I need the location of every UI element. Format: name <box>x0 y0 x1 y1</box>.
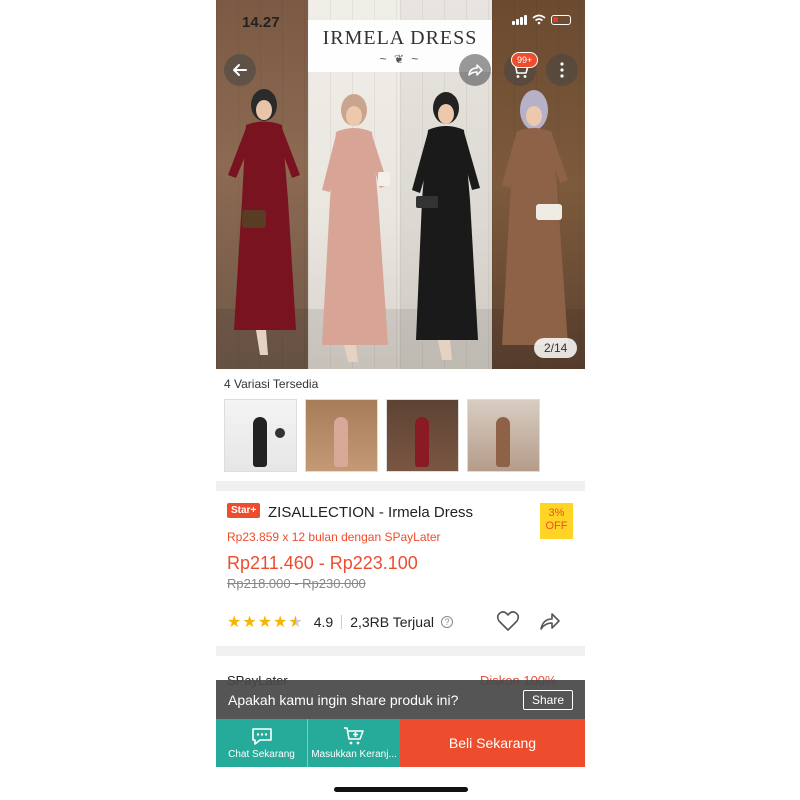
price-range: Rp211.460 - Rp223.100 <box>227 553 418 573</box>
share-prompt-button[interactable]: Share <box>523 690 573 710</box>
product-photo-maroon <box>216 0 308 369</box>
product-photo-brown <box>492 0 585 369</box>
chat-label: Chat Sekarang <box>228 749 295 760</box>
rating-divider <box>341 615 343 629</box>
share-arrow-icon <box>540 613 560 630</box>
chat-button[interactable]: Chat Sekarang <box>216 719 308 767</box>
bottom-action-bar: Chat Sekarang Masukkan Keranj... Beli Se… <box>216 719 585 767</box>
section-divider <box>216 481 585 491</box>
discount-badge: 3% OFF <box>540 503 573 539</box>
heart-icon <box>496 611 520 631</box>
image-pager: 2/14 <box>534 338 578 358</box>
status-time: 14.27 <box>242 14 280 31</box>
help-icon[interactable]: ? <box>440 616 453 628</box>
wifi-icon <box>532 14 546 25</box>
more-options-button[interactable] <box>546 54 578 86</box>
discount-suffix: OFF <box>545 520 568 532</box>
signal-icon <box>512 14 527 25</box>
variation-thumbnails <box>224 399 540 472</box>
sold-count: 2,3RB Terjual <box>350 614 434 630</box>
original-price-range: Rp218.000 - Rp230.000 <box>227 576 366 591</box>
share-product-button[interactable] <box>538 610 562 637</box>
rating-row: ★★★★★ 4.9 2,3RB Terjual ? <box>227 612 453 632</box>
product-title: ZISALLECTION - Irmela Dress <box>268 504 474 521</box>
hero-title: IRMELA DRESS <box>322 26 478 49</box>
buy-now-label: Beli Sekarang <box>448 735 537 751</box>
home-indicator <box>334 787 468 792</box>
more-vertical-icon <box>560 62 564 78</box>
cart-count-badge: 99+ <box>511 52 539 68</box>
product-image-carousel[interactable]: IRMELA DRESS ~ ❦ ~ 14.27 99+ 2/14 <box>216 0 585 369</box>
battery-icon <box>551 14 571 25</box>
favorite-button[interactable] <box>496 610 520 637</box>
buy-now-button[interactable]: Beli Sekarang <box>400 719 585 767</box>
add-cart-icon <box>344 727 364 745</box>
chat-icon <box>251 728 272 745</box>
variation-thumb-black[interactable] <box>224 399 297 472</box>
star-plus-badge: Star+ <box>227 503 261 518</box>
back-button[interactable] <box>224 54 256 86</box>
hero-flourish: ~ ❦ ~ <box>379 51 421 66</box>
variation-thumb-brown[interactable] <box>467 399 540 472</box>
share-prompt-text: Apakah kamu ingin share produk ini? <box>228 691 459 708</box>
product-page: IRMELA DRESS ~ ❦ ~ 14.27 99+ 2/14 4 Vari… <box>216 0 585 800</box>
discount-percent: 3% <box>548 507 565 519</box>
status-icons <box>512 14 571 25</box>
add-to-cart-button[interactable]: Masukkan Keranj... <box>308 719 400 767</box>
rating-stars: ★★★★★ <box>227 614 304 631</box>
variation-thumb-pink[interactable] <box>305 399 378 472</box>
section-divider <box>216 646 585 656</box>
installment-info: Rp23.859 x 12 bulan dengan SPayLater <box>227 530 441 544</box>
variations-label: 4 Variasi Tersedia <box>224 377 319 391</box>
share-arrow-icon <box>468 64 483 76</box>
arrow-left-icon <box>233 64 247 76</box>
share-button[interactable] <box>459 54 491 86</box>
add-to-cart-label: Masukkan Keranj... <box>311 749 397 760</box>
variation-thumb-maroon[interactable] <box>386 399 459 472</box>
rating-value: 4.9 <box>313 614 334 630</box>
